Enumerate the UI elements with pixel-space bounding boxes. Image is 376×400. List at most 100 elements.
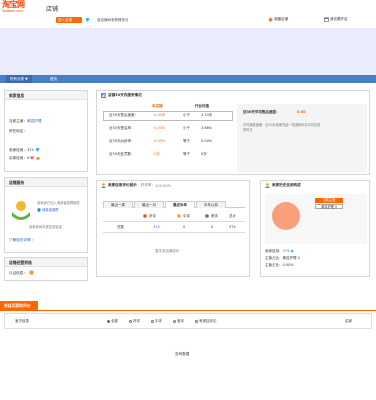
service-30-panel: 店铺30天内服务情况 本店铺 行业均值 近30天平均售后速度： 0.00 平均退… xyxy=(96,90,370,175)
radio-all[interactable] xyxy=(107,319,110,323)
filter-neutral-label: 中评 xyxy=(155,319,162,323)
guarantee-hands-icon xyxy=(12,201,30,220)
category-detail-tag: 美容护理 0 xyxy=(315,204,343,209)
collect-store-link[interactable]: 收藏店铺 xyxy=(268,17,288,22)
buyer-col-label: 买家 xyxy=(345,319,352,323)
credit-divider-2 xyxy=(103,232,245,233)
taobao-logo[interactable]: 淘宝网 Taobao.com xyxy=(2,1,38,15)
store-service-title: 店铺服务 xyxy=(5,178,87,187)
seller-credit-value: 374 xyxy=(26,148,34,152)
collect-store-label: 收藏店铺 xyxy=(274,17,288,21)
main-category-label: 当前主营： xyxy=(9,119,27,123)
tab-half-year[interactable]: 最近半年 xyxy=(165,201,195,208)
credit-eval-title: 卖家信用评价展示 xyxy=(108,183,137,187)
history-ratio-value: 0.00% xyxy=(282,263,294,267)
row-total-label: 总数 xyxy=(117,225,124,229)
buyer-credit-label: 买家信用： xyxy=(9,156,27,160)
credit-empty-text: 暂无本店铺评价 xyxy=(155,249,180,253)
filter-appended[interactable]: 有追加评论 xyxy=(195,319,217,324)
main-category-link[interactable]: 美容护理 xyxy=(27,119,41,123)
store-cert-panel: 店铺经营资格 认证信息： xyxy=(4,257,88,281)
col-good: 好评 xyxy=(149,214,156,218)
buyer-review-tab[interactable]: 来自买家的评价 xyxy=(0,301,38,310)
service-row-avg: 3.24天 xyxy=(201,113,213,117)
seller-info-title: 卖家信息 xyxy=(5,91,87,100)
row-good-value[interactable]: 374 xyxy=(153,225,160,229)
side-desc: 平均退款速度：近30天卖家完结一笔退款申请平均花费的时长 xyxy=(243,123,321,132)
service-row-compare: 小于 xyxy=(183,126,190,130)
deposit-text: 该卖家尚未提交保证金 xyxy=(29,225,62,229)
tab-before-half-year[interactable]: 半年以前 xyxy=(196,201,226,208)
filter-neutral[interactable]: 中评 xyxy=(151,319,162,324)
store-title: 店铺 xyxy=(46,6,59,13)
filter-appended-label: 有追加评论 xyxy=(199,319,217,323)
seller-history-panel: 卖家历史信用构成 当前主营 美容护理 0 卖家信用：374 主营占比：美容护理 … xyxy=(260,180,370,277)
credit-divider xyxy=(103,221,245,222)
open-store-link[interactable]: 我也要开店 xyxy=(324,17,348,22)
learn-more-link[interactable]: 了解相关详情 › xyxy=(9,238,33,243)
service-row-label: 近30天处罚数： xyxy=(109,152,135,156)
service-row-avg: 0次 xyxy=(201,152,207,156)
side-panel: 近30天平均售后速度： 0.00 平均退款速度：近30天卖家完结一笔退款申请平均… xyxy=(237,104,367,172)
service-row-label: 近30天售后率： xyxy=(109,126,135,130)
tab-month[interactable]: 最近一月 xyxy=(134,201,164,208)
filter-all[interactable]: 全部 xyxy=(107,319,118,324)
logo-en: Taobao.com xyxy=(2,9,23,13)
service-chart-icon xyxy=(101,93,106,98)
col-neutral: 中评 xyxy=(183,214,190,218)
neutral-rating-icon xyxy=(177,214,181,218)
seller-diamond-icon xyxy=(35,148,40,152)
radio-appended[interactable] xyxy=(195,319,198,323)
tab-week[interactable]: 最近一周 xyxy=(103,201,133,208)
item-info-label: 宝贝信息 xyxy=(15,319,29,323)
credit-eval-panel: 卖家信用评价展示 好评率： 100.00% 最近一周 最近一月 最近半年 半年以… xyxy=(96,180,250,277)
good-rate-value: 100.00% xyxy=(155,183,172,188)
side-value: 0.00 xyxy=(297,110,306,114)
col-industry-header: 行业均值 xyxy=(195,104,209,108)
user-icon xyxy=(101,183,106,188)
guarantee-joined-text: 该卖家已加入消费者保障服务 xyxy=(37,201,80,205)
credit-pie-chart xyxy=(272,202,300,230)
open-store-label: 我也要开店 xyxy=(330,17,348,21)
nav-all-categories[interactable]: 所有分类 ▼ xyxy=(6,75,32,83)
service-row-label: 近30天售后速度： xyxy=(109,113,138,117)
enter-store-button[interactable]: 进入店铺 xyxy=(56,17,82,23)
rating-notice: 该店铺尚未获得评分 xyxy=(97,18,129,22)
radio-bad[interactable] xyxy=(173,319,176,323)
shield-icon xyxy=(37,207,41,212)
history-main-value: 美容护理 0 xyxy=(282,256,300,260)
star-icon xyxy=(268,17,273,22)
store-banner xyxy=(0,28,376,75)
seller-credit-label: 卖家信用： xyxy=(9,148,27,152)
radio-good[interactable] xyxy=(129,319,132,323)
filter-good-label: 好评 xyxy=(133,319,140,323)
review-filter-bar: 宝贝信息 全部 好评 中评 差评 有追加评论 买家 xyxy=(4,313,372,329)
consumer-guarantee-link[interactable]: 消费者保障 xyxy=(42,207,58,212)
service-row-value: 0.00% xyxy=(154,139,166,143)
buyer-credit-value: 0 xyxy=(26,156,30,160)
filter-bad[interactable]: 差评 xyxy=(173,319,184,324)
good-rating-icon xyxy=(143,214,147,218)
service-row-avg: 3.68% xyxy=(201,126,213,130)
filter-good[interactable]: 好评 xyxy=(129,319,140,324)
col-store-header: 本店铺 xyxy=(152,104,163,108)
history-credit-value[interactable]: 374 xyxy=(283,249,290,253)
service-row-value: 0次 xyxy=(154,152,160,156)
service-row-label: 近30天纠纷率： xyxy=(109,139,135,143)
col-total: 总计 xyxy=(229,214,236,218)
seller-info-panel: 卖家信息 当前主营：美容护理 所在地区： 卖家信用：374 买家信用：0 xyxy=(4,90,88,172)
filter-all-label: 全部 xyxy=(111,319,118,323)
nav-home[interactable]: 首页 xyxy=(50,75,57,83)
service-row-compare: 小于 xyxy=(183,113,190,117)
bad-rating-icon xyxy=(205,214,209,218)
history-main-label: 主营占比： xyxy=(265,256,283,260)
store-nav: 所有分类 ▼ 首页 xyxy=(0,75,376,83)
diamond-icon xyxy=(85,18,90,22)
gift-icon xyxy=(35,157,40,160)
service-row-avg: 0.00% xyxy=(201,139,213,143)
radio-neutral[interactable] xyxy=(151,319,154,323)
history-user-icon xyxy=(265,183,270,188)
filter-bad-label: 差评 xyxy=(177,319,184,323)
history-diamond-icon xyxy=(290,249,294,253)
heart-icon xyxy=(30,156,35,160)
